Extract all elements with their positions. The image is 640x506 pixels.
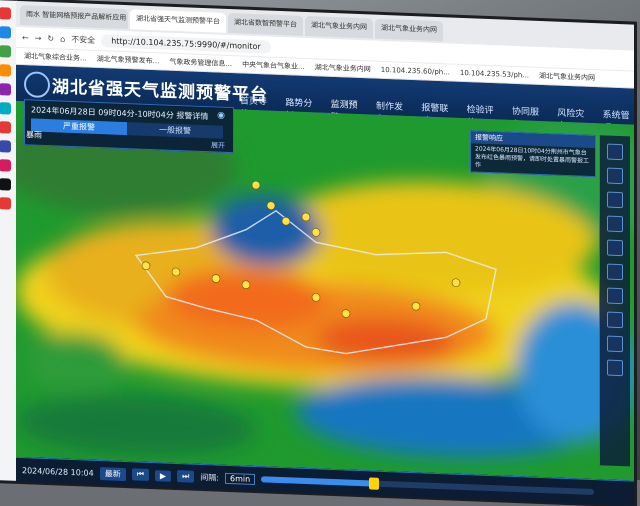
station-marker[interactable] [241, 280, 251, 289]
alert-text: 2024年06月28日10时04分荆州市气象台发布红色暴雨预警，请即时处置暴雨警… [475, 145, 590, 169]
bookmark[interactable]: 湖北气象业务内网 [315, 59, 371, 77]
app-icon[interactable] [0, 7, 11, 20]
bookmark[interactable]: 湖北气象预警发布... [97, 51, 160, 69]
tab-severe-alert[interactable]: 严重报警 [31, 118, 127, 136]
app-icon[interactable] [0, 140, 11, 153]
tool-icon[interactable] [607, 335, 623, 353]
interval-select[interactable]: 6min [224, 472, 256, 485]
bookmark[interactable]: 10.104.235.60/ph... [381, 62, 450, 81]
right-toolbar [599, 135, 630, 467]
time-slider[interactable] [261, 476, 594, 496]
station-marker[interactable] [451, 278, 461, 288]
os-sidebar [0, 0, 17, 481]
station-marker[interactable] [141, 261, 151, 271]
home-icon[interactable]: ⌂ [60, 34, 65, 43]
app-icon[interactable] [0, 121, 11, 134]
station-marker[interactable] [311, 293, 321, 302]
app-icon[interactable] [0, 159, 11, 172]
tool-icon[interactable] [607, 359, 623, 377]
url-field[interactable]: http://10.104.235.75:9990/#/monitor [101, 33, 271, 54]
app-icon[interactable] [0, 45, 11, 58]
bookmark[interactable]: 气象政务管理信息... [169, 54, 232, 72]
station-marker[interactable] [251, 180, 261, 190]
logo-icon [24, 71, 50, 99]
tab-general-alert[interactable]: 一般报警 [127, 122, 223, 139]
browser-tab[interactable]: 湖北气象业务内网 [375, 18, 443, 42]
time-slider-knob[interactable] [369, 477, 380, 490]
app-icon[interactable] [0, 102, 11, 115]
time-slider-fill [261, 476, 375, 487]
station-marker[interactable] [311, 228, 321, 237]
monitor-screen: 雨水 智能网格预报产品解析应用 湖北省强天气监测预警平台 湖北省数智预警平台 湖… [0, 0, 634, 506]
tool-icon[interactable] [607, 167, 623, 185]
app-icon[interactable] [0, 83, 11, 96]
alert-detail-panel: 2024年06月28日 09时04分-10时04分 报警详情 ◉ 严重报警 一般… [24, 99, 234, 154]
bookmark[interactable]: 中央气象台气象业... [242, 57, 305, 75]
station-marker[interactable] [266, 201, 276, 210]
tool-icon[interactable] [607, 287, 623, 305]
station-marker[interactable] [341, 309, 351, 318]
browser-tab[interactable]: 湖北省数智预警平台 [228, 12, 303, 36]
tool-icon[interactable] [607, 263, 623, 281]
timestamp: 2024/06/28 10:04 [22, 465, 94, 478]
alert-response-box: 报警响应 2024年06月28日10时04分荆州市气象台发布红色暴雨预警，请即时… [470, 130, 596, 178]
forward-icon[interactable]: → [35, 33, 42, 42]
app-icon[interactable] [0, 64, 11, 77]
tool-icon[interactable] [607, 143, 623, 161]
prev-icon[interactable]: ⏮ [131, 468, 149, 481]
bookmark[interactable]: 10.104.235.53/ph... [460, 65, 529, 84]
bookmark[interactable]: 湖北气象业务内网 [539, 68, 595, 86]
tool-icon[interactable] [607, 239, 623, 257]
app-icon[interactable] [0, 178, 11, 191]
next-icon[interactable]: ⏭ [177, 470, 195, 483]
browser-tab-active[interactable]: 湖北省强天气监测预警平台 [130, 9, 226, 33]
station-marker[interactable] [281, 216, 291, 226]
browser-tab[interactable]: 湖北气象业务内网 [305, 15, 373, 39]
tool-icon[interactable] [607, 311, 623, 329]
browser-tab[interactable]: 雨水 智能网格预报产品解析应用 [20, 4, 128, 30]
latest-button[interactable]: 最新 [99, 466, 126, 481]
expand-link[interactable]: 展开 [211, 140, 225, 151]
app-icon[interactable] [0, 26, 11, 39]
station-marker[interactable] [211, 274, 221, 283]
station-marker[interactable] [171, 267, 181, 277]
back-icon[interactable]: ← [22, 33, 29, 42]
rain-label[interactable]: 暴雨 [26, 129, 42, 141]
station-marker[interactable] [411, 301, 421, 311]
tool-icon[interactable] [607, 191, 623, 209]
station-marker[interactable] [301, 212, 311, 222]
security-label: 不安全 [71, 34, 96, 45]
bookmark[interactable]: 湖北气象综合业务... [24, 48, 87, 66]
tool-icon[interactable] [607, 215, 623, 233]
reload-icon[interactable]: ↻ [47, 34, 54, 43]
interval-label: 间隔: [200, 472, 219, 483]
app-icon[interactable] [0, 197, 11, 210]
eye-icon[interactable]: ◉ [217, 111, 225, 121]
